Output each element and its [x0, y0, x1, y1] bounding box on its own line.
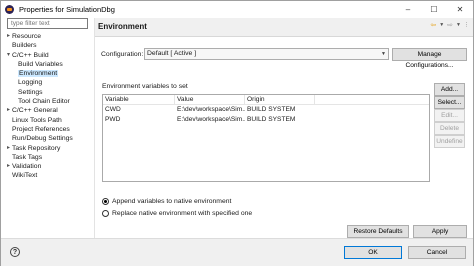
close-icon: ✕ — [456, 4, 464, 14]
tree-item-label: Task Repository — [12, 144, 61, 152]
manage-configurations-button[interactable]: Manage Configurations... — [392, 48, 467, 69]
left-pane: ▸ResourceBuilders▾C/C++ BuildBuild Varia… — [7, 18, 91, 238]
tree-item[interactable]: ▸ Resource — [7, 32, 91, 41]
tree-item-label: Run/Debug Settings — [12, 135, 73, 143]
page-nav: ⇦ ▼ ⇨ ▼ ⋮ — [427, 21, 469, 29]
origin-cell: BUILD SYSTEM — [247, 116, 296, 123]
tree-item-label: Logging — [18, 79, 43, 87]
undefine-button[interactable]: Undefine — [434, 135, 465, 148]
tree-item-label: Builders — [12, 42, 37, 50]
chevron-down-icon: ▼ — [381, 51, 386, 57]
append-radio-label: Append variables to native environment — [112, 198, 232, 205]
tree-item[interactable]: ▾ C/C++ Build — [7, 51, 91, 60]
tree-item[interactable]: Linux Tools Path — [7, 116, 91, 125]
chevron-right-icon[interactable]: ▸ — [7, 32, 10, 41]
add-button[interactable]: Add... — [434, 83, 465, 96]
tree-item[interactable]: ▸ Validation — [7, 162, 91, 171]
configuration-label: Configuration: — [101, 51, 144, 58]
tree-item[interactable]: Logging — [7, 78, 91, 87]
minimize-button[interactable]: – — [395, 1, 421, 17]
column-header[interactable]: Origin — [245, 95, 315, 104]
replace-radio-label: Replace native environment with specifie… — [112, 210, 253, 217]
tree-item-label: C/C++ Build — [12, 51, 49, 59]
chevron-right-icon[interactable]: ▸ — [7, 144, 10, 153]
tree-item[interactable]: Run/Debug Settings — [7, 134, 91, 143]
tree-item[interactable]: Project References — [7, 125, 91, 134]
tree-item-label: Settings — [18, 88, 43, 96]
tree-item-label: Tool Chain Editor — [18, 98, 70, 106]
tree-item[interactable]: Settings — [7, 88, 91, 97]
maximize-button[interactable]: ☐ — [421, 1, 447, 17]
select-button[interactable]: Select... — [434, 96, 465, 109]
origin-cell: BUILD SYSTEM — [247, 106, 296, 113]
apply-button[interactable]: Apply — [413, 225, 467, 238]
property-tree: ▸ Resource Builders ▾ C/C++ Build Build Varia… — [7, 32, 91, 181]
page-header: Environment ⇦ ▼ ⇨ ▼ ⋮ — [95, 18, 473, 37]
env-variables-label: Environment variables to set — [102, 83, 188, 90]
tree-item-label: C/C++ General — [12, 107, 58, 115]
replace-radio-option[interactable]: Replace native environment with specifie… — [102, 210, 252, 217]
cancel-button[interactable]: Cancel — [408, 246, 466, 259]
env-variables-table[interactable]: Variable Value Origin CWD E:\dev\workspa… — [102, 94, 430, 182]
page-title: Environment — [98, 22, 147, 31]
tree-item[interactable]: Build Variables — [7, 60, 91, 69]
append-radio-option[interactable]: Append variables to native environment — [102, 198, 231, 205]
column-header[interactable]: Value — [175, 95, 245, 104]
back-dropdown-icon[interactable]: ▼ — [439, 22, 444, 28]
tree-item[interactable]: WikiText — [7, 171, 91, 180]
tree-item-label: Task Tags — [12, 153, 43, 161]
back-arrow-icon[interactable]: ⇦ — [430, 21, 436, 29]
tree-item-label: Validation — [12, 163, 42, 171]
tree-item-label: WikiText — [12, 172, 38, 180]
configuration-select[interactable]: Default [ Active ] ▼ — [144, 48, 389, 60]
title-bar[interactable]: Properties for SimulationDbg – ☐ ✕ — [1, 1, 473, 17]
tree-item[interactable]: Builders — [7, 41, 91, 50]
restore-defaults-button[interactable]: Restore Defaults — [347, 225, 409, 238]
properties-dialog: Properties for SimulationDbg – ☐ ✕ ▸Reso… — [0, 0, 474, 266]
replace-radio[interactable] — [102, 210, 109, 217]
help-icon[interactable]: ? — [10, 247, 20, 257]
tree-item-label: Linux Tools Path — [12, 116, 62, 124]
view-menu-icon[interactable]: ⋮ — [464, 22, 469, 28]
chevron-right-icon[interactable]: ▸ — [7, 106, 10, 115]
delete-button[interactable]: Delete — [434, 122, 465, 135]
ok-button[interactable]: OK — [344, 246, 402, 259]
window-controls: – ☐ ✕ — [395, 1, 473, 17]
tree-item[interactable]: Task Tags — [7, 153, 91, 162]
variable-cell: PWD — [105, 116, 121, 123]
tree-item[interactable]: ▸ C/C++ General — [7, 106, 91, 115]
tree-item-label: Environment — [18, 70, 59, 78]
tree-item-label: Resource — [12, 33, 42, 40]
window-title: Properties for SimulationDbg — [19, 4, 115, 14]
tree-item[interactable]: ▸ Task Repository — [7, 144, 91, 153]
table-header: Variable Value Origin — [103, 95, 429, 105]
filter-input[interactable] — [7, 18, 88, 29]
maximize-icon: ☐ — [430, 4, 438, 14]
forward-arrow-icon[interactable]: ⇨ — [447, 21, 453, 29]
close-button[interactable]: ✕ — [447, 1, 473, 17]
variable-cell: CWD — [105, 106, 121, 113]
table-row[interactable]: CWD E:\dev\workspace\Sim... BUILD SYSTEM — [103, 105, 429, 115]
pane-divider[interactable] — [94, 18, 95, 238]
minimize-icon: – — [405, 4, 411, 14]
forward-dropdown-icon[interactable]: ▼ — [456, 22, 461, 28]
chevron-right-icon[interactable]: ▸ — [7, 162, 10, 171]
value-cell: E:\dev\workspace\Sim... — [177, 106, 245, 113]
configuration-value: Default [ Active ] — [147, 50, 197, 57]
tree-item-label: Project References — [12, 125, 70, 133]
tree-item[interactable]: Tool Chain Editor — [7, 97, 91, 106]
table-row[interactable]: PWD E:\dev\workspace\Sim... BUILD SYSTEM — [103, 115, 429, 125]
dialog-footer: ? OK Cancel — [1, 239, 473, 266]
value-cell: E:\dev\workspace\Sim... — [177, 116, 245, 123]
column-header[interactable]: Variable — [103, 95, 175, 104]
eclipse-app-icon — [5, 4, 14, 14]
tree-item-label: Build Variables — [18, 60, 63, 68]
edit-button[interactable]: Edit... — [434, 109, 465, 122]
tree-item[interactable]: Environment — [7, 69, 91, 78]
chevron-down-icon[interactable]: ▾ — [7, 51, 10, 60]
append-radio[interactable] — [102, 198, 109, 205]
